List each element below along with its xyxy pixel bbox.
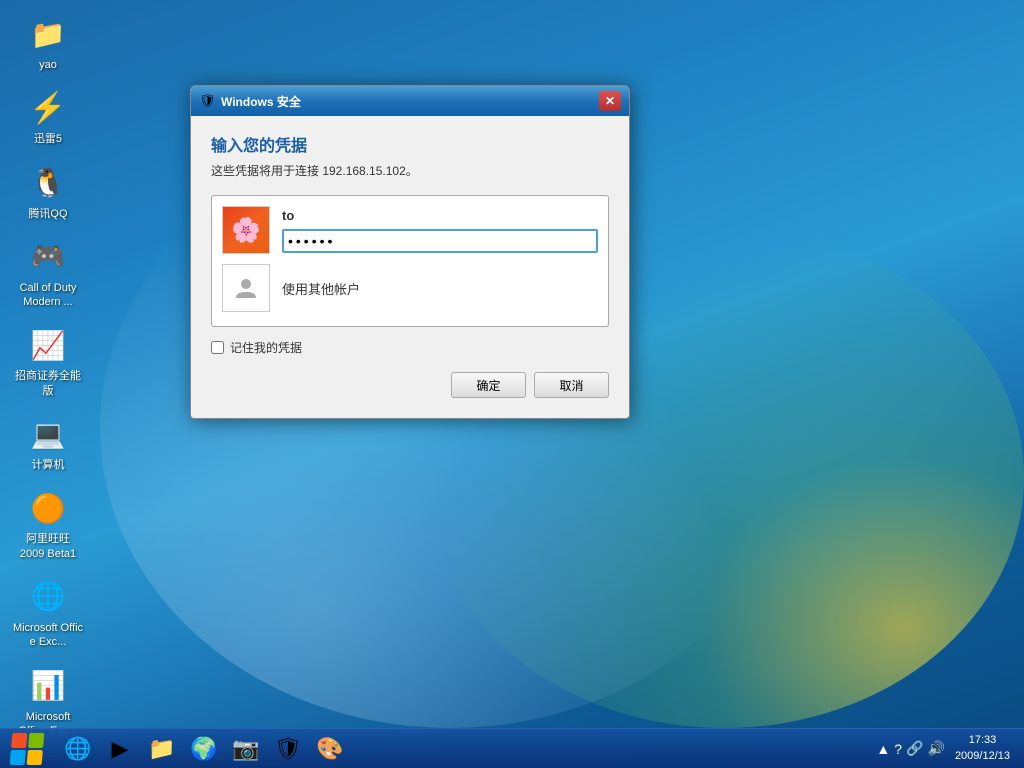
xunlei-label: 迅雷5 <box>34 132 62 146</box>
dialog-titlebar: 🛡 Windows 安全 ✕ <box>191 86 629 116</box>
security-dialog: 🛡 Windows 安全 ✕ 输入您的凭据 这些凭据将用于连接 192.168.… <box>190 85 630 419</box>
desktop-icon-computer[interactable]: 💻 计算机 <box>8 408 88 478</box>
taskbar-camera-icon[interactable]: 📷 <box>226 731 266 767</box>
computer-icon: 💻 <box>28 414 68 454</box>
desktop-icon-cod[interactable]: 🎮 Call of DutyModern ... <box>8 231 88 316</box>
user-row: 🌸 to <box>222 206 598 254</box>
dialog-title: Windows 安全 <box>221 93 599 110</box>
tray-network-icon[interactable]: 🔗 <box>906 740 923 757</box>
windows-logo-icon <box>10 733 45 765</box>
other-account-icon <box>222 264 270 312</box>
tray-help-icon[interactable]: ? <box>894 741 902 757</box>
taskbar-items: 🌐 ▶ 📁 🌍 📷 🛡 🎨 <box>54 729 868 768</box>
remember-row: 记住我的凭据 <box>211 339 609 356</box>
other-account-row[interactable]: 使用其他帐户 <box>222 264 598 312</box>
network-label: Microsoft Office Exc... <box>12 621 84 650</box>
alibaba-icon: 🟠 <box>28 488 68 528</box>
qq-icon: 🐧 <box>28 163 68 203</box>
dialog-buttons: 确定 取消 <box>211 372 609 402</box>
taskbar-explorer-icon[interactable]: 📁 <box>142 731 182 767</box>
tray-arrow-icon[interactable]: ▲ <box>876 741 890 757</box>
desktop-icon-qq[interactable]: 🐧 腾讯QQ <box>8 157 88 227</box>
shield-icon: 🛡 <box>199 93 215 109</box>
username-display: to <box>282 208 598 223</box>
zhaoshang-icon: 📈 <box>28 325 68 365</box>
cod-icon: 🎮 <box>28 237 68 277</box>
desktop-icon-yao[interactable]: 📁 yao <box>8 8 88 78</box>
alibaba-label: 阿里旺旺2009 Beta1 <box>20 532 76 561</box>
office-excel-icon: 📊 <box>28 666 68 706</box>
tray-volume-icon[interactable]: 🔊 <box>928 740 945 757</box>
desktop: 📁 yao ⚡ 迅雷5 🐧 腾讯QQ 🎮 Call of DutyModern … <box>0 0 1024 768</box>
clock-time: 17:33 <box>955 733 1010 748</box>
zhaoshang-label: 招商证券全能版 <box>12 369 84 398</box>
taskbar-ie-icon[interactable]: 🌐 <box>58 731 98 767</box>
dialog-content: 输入您的凭据 这些凭据将用于连接 192.168.15.102。 🌸 to <box>191 116 629 418</box>
remember-checkbox[interactable] <box>211 341 224 354</box>
start-button[interactable] <box>0 729 54 768</box>
credentials-area: 🌸 to 使用其他帐户 <box>211 195 609 327</box>
cancel-button[interactable]: 取消 <box>534 372 609 398</box>
clock-date: 2009/12/13 <box>955 749 1010 764</box>
desktop-icon-xunlei[interactable]: ⚡ 迅雷5 <box>8 82 88 152</box>
computer-label: 计算机 <box>32 458 65 472</box>
taskbar: 🌐 ▶ 📁 🌍 📷 🛡 🎨 ▲ ? 🔗 🔊 17:33 2009/12/13 <box>0 728 1024 768</box>
user-fields: to <box>282 208 598 253</box>
remember-label: 记住我的凭据 <box>230 339 302 356</box>
dialog-heading: 输入您的凭据 <box>211 132 609 156</box>
taskbar-paint-icon[interactable]: 🎨 <box>310 731 350 767</box>
cod-label: Call of DutyModern ... <box>20 281 77 310</box>
desktop-icon-network[interactable]: 🌐 Microsoft Office Exc... <box>8 571 88 656</box>
system-clock[interactable]: 17:33 2009/12/13 <box>949 733 1016 764</box>
other-account-label: 使用其他帐户 <box>282 279 360 298</box>
yao-icon: 📁 <box>28 14 68 54</box>
qq-label: 腾讯QQ <box>28 207 67 221</box>
ok-button[interactable]: 确定 <box>451 372 526 398</box>
xunlei-icon: ⚡ <box>28 88 68 128</box>
desktop-icon-alibaba[interactable]: 🟠 阿里旺旺2009 Beta1 <box>8 482 88 567</box>
desktop-icon-zhaoshang[interactable]: 📈 招商证券全能版 <box>8 319 88 404</box>
yao-label: yao <box>39 58 57 72</box>
dialog-subtext: 这些凭据将用于连接 192.168.15.102。 <box>211 162 609 179</box>
password-input[interactable] <box>282 229 598 253</box>
taskbar-media-icon[interactable]: ▶ <box>100 731 140 767</box>
desktop-icons: 📁 yao ⚡ 迅雷5 🐧 腾讯QQ 🎮 Call of DutyModern … <box>0 0 170 768</box>
user-avatar: 🌸 <box>222 206 270 254</box>
system-tray: ▲ ? 🔗 🔊 17:33 2009/12/13 <box>868 729 1024 768</box>
taskbar-security-icon[interactable]: 🛡 <box>268 731 308 767</box>
network-icon: 🌐 <box>28 577 68 617</box>
dialog-close-button[interactable]: ✕ <box>599 91 621 111</box>
taskbar-network-icon[interactable]: 🌍 <box>184 731 224 767</box>
